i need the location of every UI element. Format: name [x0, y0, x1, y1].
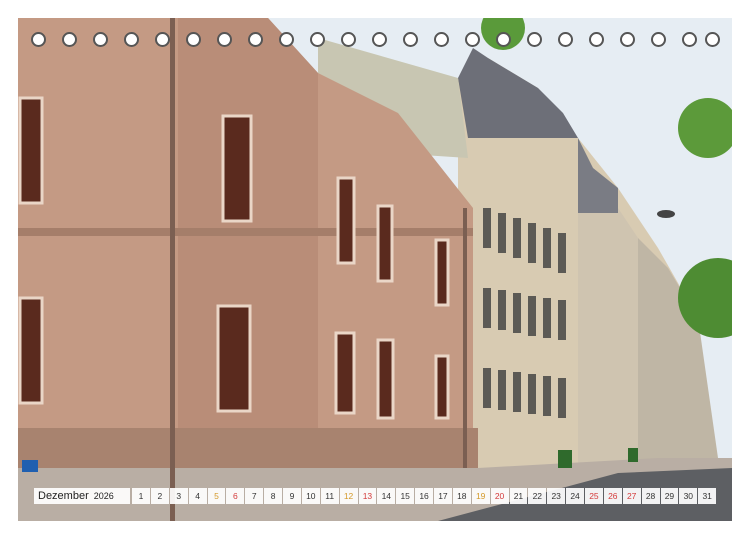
calendar-strip: Dezember 2026 1 2 3 4 5 6 7 8 9 10 11 12 13 14 15 16 17 1… [34, 488, 717, 504]
calendar-day: 12 [339, 488, 358, 504]
binding-ring [341, 32, 356, 47]
calendar-day: 31 [698, 488, 717, 504]
calendar-day: 17 [434, 488, 452, 504]
calendar-day: 8 [264, 488, 282, 504]
calendar-day: 27 [622, 488, 641, 504]
calendar-day: 18 [452, 488, 471, 504]
binding-rings [0, 32, 750, 48]
calendar-day: 11 [320, 488, 339, 504]
binding-ring [651, 32, 666, 47]
calendar-day: 10 [301, 488, 320, 504]
month-name: Dezember [38, 490, 89, 502]
binding-ring [465, 32, 480, 47]
binding-ring [620, 32, 635, 47]
calendar-day: 7 [245, 488, 264, 504]
calendar-page: Dezember 2026 1 2 3 4 5 6 7 8 9 10 11 12 13 14 15 16 17 1… [0, 0, 750, 539]
calendar-day: 9 [283, 488, 301, 504]
calendar-day: 16 [415, 488, 433, 504]
binding-ring [62, 32, 77, 47]
binding-ring [186, 32, 201, 47]
calendar-day: 4 [188, 488, 207, 504]
calendar-day: 24 [566, 488, 584, 504]
calendar-day: 28 [641, 488, 660, 504]
binding-ring [434, 32, 449, 47]
binding-ring [279, 32, 294, 47]
binding-ring [682, 32, 697, 47]
binding-ring [248, 32, 263, 47]
binding-ring [155, 32, 170, 47]
calendar-day: 13 [358, 488, 377, 504]
binding-ring [705, 32, 720, 47]
calendar-day: 14 [377, 488, 396, 504]
calendar-day: 1 [132, 488, 150, 504]
binding-ring [217, 32, 232, 47]
binding-ring [372, 32, 387, 47]
calendar-day: 15 [396, 488, 415, 504]
binding-ring [527, 32, 542, 47]
binding-ring [403, 32, 418, 47]
binding-ring [124, 32, 139, 47]
binding-ring [558, 32, 573, 47]
binding-ring [589, 32, 604, 47]
photo-illustration [18, 18, 732, 521]
binding-ring [496, 32, 511, 47]
calendar-day: 2 [150, 488, 169, 504]
calendar-day: 21 [509, 488, 528, 504]
binding-ring [31, 32, 46, 47]
calendar-day: 23 [547, 488, 566, 504]
binding-ring [310, 32, 325, 47]
street-photo [18, 18, 732, 521]
year-label: 2026 [93, 491, 114, 501]
calendar-days: 1 2 3 4 5 6 7 8 9 10 11 12 13 14 15 16 17 18 19 20 21 22 23 24 2… [132, 488, 717, 504]
binding-ring [93, 32, 108, 47]
calendar-day: 5 [207, 488, 226, 504]
blue-street-sign [22, 460, 38, 472]
calendar-day: 6 [226, 488, 245, 504]
calendar-day: 25 [585, 488, 603, 504]
calendar-day: 20 [490, 488, 509, 504]
calendar-day: 3 [169, 488, 188, 504]
calendar-day: 30 [679, 488, 698, 504]
calendar-day: 22 [528, 488, 547, 504]
calendar-month-label: Dezember 2026 [34, 488, 130, 504]
calendar-day: 26 [603, 488, 622, 504]
calendar-day: 19 [471, 488, 490, 504]
calendar-day: 29 [660, 488, 679, 504]
